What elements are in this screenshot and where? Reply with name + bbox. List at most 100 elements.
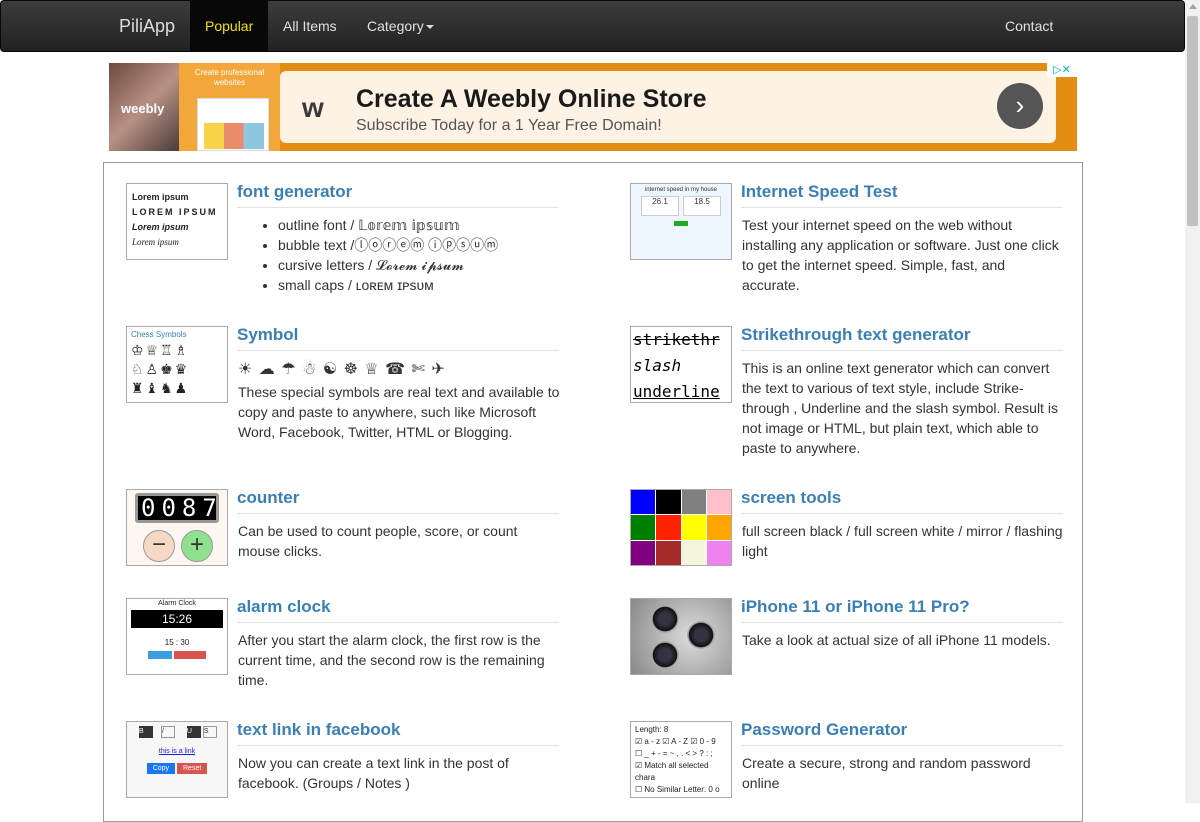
- color-swatch: [681, 540, 706, 565]
- bullet-item: small caps / ʟᴏʀᴇᴍ ɪᴘsᴜᴍ: [278, 275, 560, 295]
- item-title[interactable]: iPhone 11 or iPhone 11 Pro?: [741, 597, 1063, 623]
- page-scrollbar[interactable]: [1185, 0, 1200, 803]
- color-swatch: [656, 515, 681, 540]
- clock-display: 15:26: [131, 610, 223, 628]
- upload-box: 18.5: [683, 196, 721, 216]
- ad-title[interactable]: Create A Weebly Online Store: [356, 85, 707, 114]
- ad-banner[interactable]: weebly Create professional websites w Cr…: [109, 63, 1077, 151]
- alarm-clock-thumbnail[interactable]: Alarm Clock 15:26 15 : 30: [126, 598, 228, 675]
- item-description: Now you can create a text link in the po…: [238, 755, 509, 791]
- item-title[interactable]: alarm clock: [237, 597, 559, 623]
- camera-lens-icon: [651, 605, 679, 633]
- alarm-set-time: 15 : 30: [164, 638, 190, 647]
- thumb-line: internet speed in my house: [644, 187, 718, 193]
- chess-row: ♜♝♞♟: [131, 380, 190, 396]
- top-navbar: PiliApp Popular All Items Category Conta…: [0, 0, 1185, 52]
- thumb-reset: Reset: [177, 763, 208, 774]
- symbol-thumbnail[interactable]: Chess Symbols ♔♕♖♗ ♘♙♚♛ ♜♝♞♟: [126, 326, 228, 403]
- nav-category-label: Category: [367, 18, 424, 34]
- thumb-line: Lorem ipsum: [132, 192, 189, 202]
- item-description: This is an online text generator which c…: [742, 360, 1058, 456]
- color-swatch: [706, 490, 731, 515]
- chess-row: ♔♕♖♗: [131, 342, 190, 358]
- color-swatch: [631, 515, 656, 540]
- scroll-thumb[interactable]: [1187, 16, 1198, 226]
- camera-lens-icon: [651, 641, 679, 669]
- counter-display: 0087: [135, 493, 219, 523]
- chess-row: ♘♙♚♛: [131, 361, 190, 377]
- thumb-copy: Copy: [146, 763, 176, 774]
- item-description: Test your internet speed on the web with…: [742, 217, 1059, 293]
- color-swatch: [656, 490, 681, 515]
- item-description: Create a secure, strong and random passw…: [742, 755, 1031, 791]
- camera-lens-icon: [687, 621, 715, 649]
- go-button: [674, 221, 688, 226]
- item-title[interactable]: Internet Speed Test: [741, 182, 1063, 208]
- speed-test-thumbnail[interactable]: internet speed in my house 26.1 18.5: [630, 183, 732, 260]
- item-description: Take a look at actual size of all iPhone…: [742, 632, 1051, 648]
- thumb-line: LOREM IPSUM: [132, 207, 218, 217]
- nav-contact[interactable]: Contact: [990, 1, 1068, 51]
- password-generator-thumbnail[interactable]: Length: 8 ☑ a - z ☑ A - Z ☑ 0 - 9 ☐ _ + …: [630, 721, 732, 798]
- brand-link[interactable]: PiliApp: [119, 1, 175, 51]
- thumb-line: ☐ _ + - = ~ , . < > ? : ;: [635, 749, 713, 758]
- thumb-line: strikethr: [633, 330, 720, 349]
- item-title[interactable]: font generator: [237, 182, 559, 208]
- thumb-line: ☐ No Similar Letter: 0 o O: [635, 785, 720, 794]
- nav-all-items[interactable]: All Items: [268, 1, 352, 51]
- item-description: full screen black / full screen white / …: [742, 523, 1063, 559]
- thumb-line: underline: [633, 382, 720, 401]
- color-swatch: [631, 540, 656, 565]
- item-description: outline font / 𝕃𝕠𝕣𝕖𝕞 𝕚𝕡𝕤𝕦𝕞 bubble text /…: [238, 215, 560, 295]
- symbol-samples: ☀ ☁ ☂ ☃ ☯ ☸ ♕ ☎ ✄ ✈: [238, 361, 446, 378]
- item-title[interactable]: Strikethrough text generator: [741, 325, 1063, 351]
- ad-choices-close-icon[interactable]: ▷✕: [1047, 63, 1077, 77]
- facebook-link-thumbnail[interactable]: B / US this is a link Copy Reset: [126, 721, 228, 798]
- item-description: After you start the alarm clock, the fir…: [238, 632, 545, 688]
- strikethrough-thumbnail[interactable]: strikethr slash underline: [630, 326, 732, 403]
- bullet-item: bubble text /ⓛⓞⓡⓔⓜ ⓘⓟⓢⓤⓜ: [278, 235, 560, 255]
- ad-image-websites: Create professional websites: [179, 63, 280, 151]
- thumb-line: Lorem ipsum: [132, 222, 189, 232]
- item-description: Can be used to count people, score, or c…: [238, 523, 518, 559]
- content-panel: Lorem ipsum LOREM IPSUM Lorem ipsum Lore…: [103, 162, 1083, 822]
- color-swatch: [681, 490, 706, 515]
- item-title[interactable]: counter: [237, 488, 559, 514]
- thumb-line: Lorem ipsum: [132, 237, 179, 247]
- font-generator-thumbnail[interactable]: Lorem ipsum LOREM IPSUM Lorem ipsum Lore…: [126, 183, 228, 260]
- download-box: 26.1: [641, 196, 679, 216]
- color-swatch: [656, 540, 681, 565]
- item-description: ☀ ☁ ☂ ☃ ☯ ☸ ♕ ☎ ✄ ✈ These special symbol…: [238, 358, 560, 442]
- nav-category[interactable]: Category: [352, 1, 449, 51]
- ad-subtitle: Subscribe Today for a 1 Year Free Domain…: [356, 117, 662, 134]
- bullet-item: cursive letters / 𝓛𝓸𝓻𝓮𝓶 𝓲𝓹𝓼𝓾𝓶: [278, 255, 560, 275]
- thumb-link: this is a link: [158, 748, 196, 755]
- thumb-line: slash: [633, 356, 682, 375]
- ad-side-text: Create professional websites: [194, 68, 265, 87]
- thumb-line: Length: 8: [635, 725, 669, 734]
- scroll-up-icon[interactable]: [1189, 4, 1197, 9]
- counter-thumbnail[interactable]: 0087 − +: [126, 489, 228, 566]
- item-title[interactable]: text link in facebook: [237, 720, 559, 746]
- ad-weebly-text: weebly: [121, 101, 165, 116]
- color-swatch: [706, 540, 731, 565]
- item-title[interactable]: Symbol: [237, 325, 559, 351]
- bullet-item: outline font / 𝕃𝕠𝕣𝕖𝕞 𝕚𝕡𝕤𝕦𝕞: [278, 215, 560, 235]
- item-title[interactable]: Password Generator: [741, 720, 1063, 746]
- symbol-text: These special symbols are real text and …: [238, 384, 560, 440]
- nav-popular[interactable]: Popular: [190, 1, 269, 51]
- caret-down-icon: [425, 25, 434, 30]
- ad-image-hand: weebly: [109, 63, 179, 151]
- weebly-logo-icon: w: [302, 92, 324, 123]
- thumb-line: ☑ Match all selected chara: [635, 761, 709, 782]
- color-swatch: [706, 515, 731, 540]
- iphone-thumbnail[interactable]: [630, 598, 732, 675]
- item-title[interactable]: screen tools: [741, 488, 1063, 514]
- color-swatch: [631, 490, 656, 515]
- ad-website-preview: [197, 98, 269, 151]
- thumb-header: Chess Symbols: [131, 330, 187, 339]
- color-swatch: [681, 515, 706, 540]
- ad-arrow-button[interactable]: ›: [997, 83, 1043, 129]
- ad-panel[interactable]: w Create A Weebly Online Store Subscribe…: [280, 71, 1056, 143]
- screen-tools-thumbnail[interactable]: [630, 489, 732, 566]
